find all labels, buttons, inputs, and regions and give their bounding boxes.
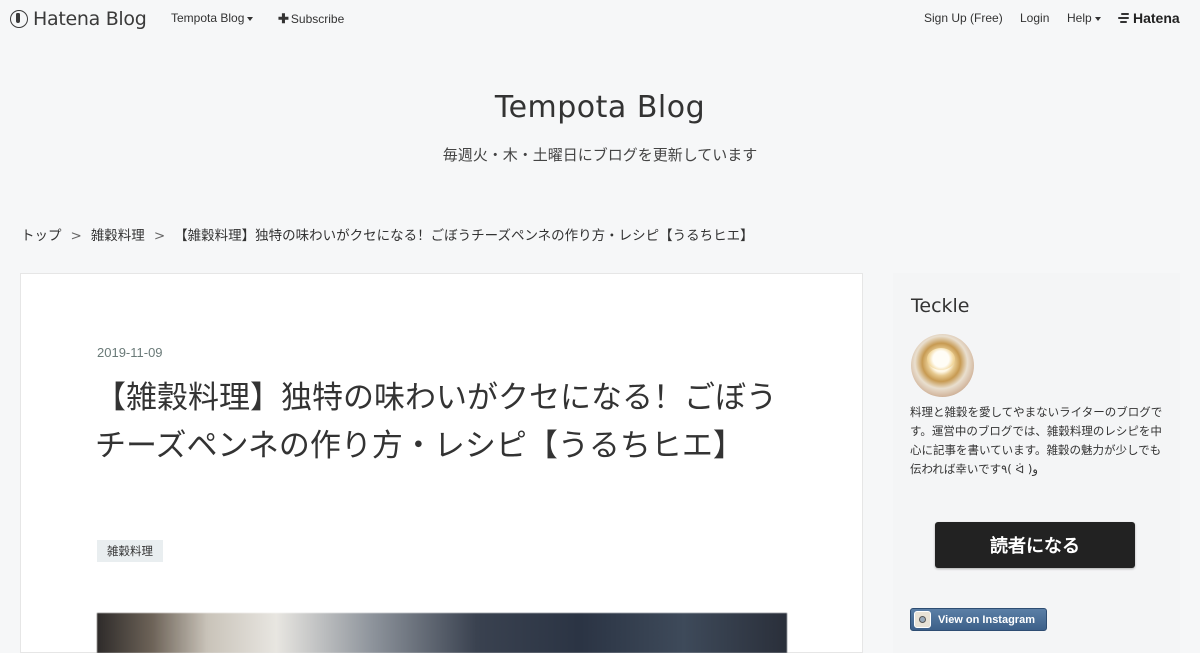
eyecatch-image (97, 613, 787, 653)
category-tag[interactable]: 雑穀料理 (97, 540, 163, 562)
blog-description: 毎週火・木・土曜日にブログを更新しています (442, 146, 758, 164)
post-date[interactable]: 2019-11-09 (97, 345, 163, 360)
breadcrumb-top[interactable]: トップ (21, 228, 62, 244)
hatena-logo-icon (10, 10, 28, 28)
hatena-lines-icon (1118, 13, 1129, 23)
post-title[interactable]: 【雑穀料理】独特の味わいがクセになる！ごぼうチーズペンネの作り方・レシピ【うるち… (95, 374, 795, 470)
subscribe-link[interactable]: ✚ Subscribe (278, 11, 344, 27)
help-dropdown[interactable]: Help (1067, 11, 1101, 25)
logo-text: Hatena Blog (33, 8, 147, 30)
breadcrumb-category[interactable]: 雑穀料理 (91, 228, 145, 244)
global-header: Hatena Blog Tempota Blog ✚ Subscribe Sign… (0, 0, 1200, 36)
avatar[interactable] (911, 334, 974, 397)
hatena-link[interactable]: Hatena (1118, 10, 1180, 26)
profile-description: 料理と雑穀を愛してやまないライターのブログです。運営中のブログでは、雑穀料理のレ… (910, 405, 1163, 476)
caret-down-icon (1094, 16, 1101, 21)
breadcrumb-separator: > (70, 228, 82, 244)
blog-title[interactable]: Tempota Blog (0, 90, 1200, 125)
subscribe-reader-button[interactable]: 読者になる (935, 522, 1135, 568)
plus-icon: ✚ (278, 11, 289, 26)
blog-menu-dropdown[interactable]: Tempota Blog (171, 11, 254, 25)
instagram-button[interactable]: View on Instagram (910, 608, 1047, 631)
blog-menu-label: Tempota Blog (171, 11, 245, 25)
breadcrumb-current: 【雑穀料理】独特の味わいがクセになる！ごぼうチーズペンネの作り方・レシピ【うるち… (174, 228, 754, 244)
hatena-blog-logo[interactable]: Hatena Blog (10, 8, 147, 30)
help-label: Help (1067, 11, 1092, 25)
sidebar-profile: Teckle 料理と雑穀を愛してやまないライターのブログです。運営中のブログでは… (893, 273, 1180, 653)
signup-link[interactable]: Sign Up (Free) (924, 11, 1003, 25)
instagram-icon (914, 611, 931, 628)
login-link[interactable]: Login (1020, 11, 1049, 25)
article-card: 2019-11-09 【雑穀料理】独特の味わいがクセになる！ごぼうチーズペンネの… (20, 273, 863, 653)
caret-down-icon (247, 16, 254, 21)
hatena-label: Hatena (1133, 10, 1180, 26)
instagram-label: View on Instagram (938, 613, 1035, 626)
breadcrumb-separator: > (153, 228, 166, 244)
breadcrumb: トップ > 雑穀料理 > 【雑穀料理】独特の味わいがクセになる！ごぼうチーズペンネの作り… (21, 224, 754, 244)
profile-name: Teckle (911, 295, 970, 317)
subscribe-label: Subscribe (290, 12, 345, 26)
